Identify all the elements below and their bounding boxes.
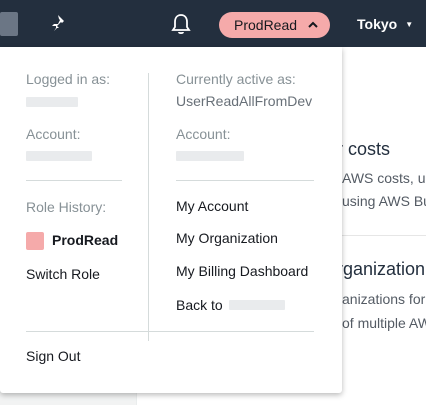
active-role-menu-button[interactable]: ProdRead <box>219 12 330 38</box>
organization-text-line: anizations for <box>342 291 426 307</box>
pin-icon-graphic <box>52 15 64 31</box>
costs-text-line: using AWS Bu <box>342 193 426 209</box>
left-account-label: Account: <box>26 126 81 142</box>
costs-text-line: AWS costs, u <box>342 170 426 186</box>
region-label: Tokyo <box>357 16 398 32</box>
redacted-account-id <box>176 151 244 161</box>
redacted-account-id <box>26 151 92 161</box>
top-navigation-bar: ProdRead Tokyo ▼ <box>0 0 426 47</box>
currently-active-value: UserReadAllFromDev <box>176 93 313 109</box>
bottom-divider <box>26 331 314 332</box>
my-account-link[interactable]: My Account <box>176 198 248 214</box>
column-divider <box>148 73 149 341</box>
chevron-up-icon <box>306 18 320 32</box>
my-billing-dashboard-link[interactable]: My Billing Dashboard <box>176 263 308 279</box>
currently-active-label: Currently active as: <box>176 71 296 87</box>
left-divider <box>26 180 122 181</box>
role-history-item[interactable]: ProdRead <box>52 232 118 248</box>
role-color-swatch <box>26 232 44 250</box>
account-dropdown-menu: Logged in as: Account: Role History: Pro… <box>0 47 342 393</box>
right-account-label: Account: <box>176 126 231 142</box>
organization-text-line: of multiple AW <box>342 315 426 331</box>
bell-icon[interactable] <box>170 12 192 36</box>
aws-logo-icon[interactable] <box>0 12 18 36</box>
active-role-label: ProdRead <box>234 17 298 33</box>
back-to-link[interactable]: Back to <box>176 297 223 313</box>
my-organization-link[interactable]: My Organization <box>176 230 278 246</box>
switch-role-link[interactable]: Switch Role <box>26 266 100 282</box>
region-selector[interactable]: Tokyo ▼ <box>357 12 413 36</box>
bell-icon-graphic <box>171 14 191 35</box>
pin-icon[interactable] <box>50 12 72 34</box>
sign-out-button[interactable]: Sign Out <box>26 348 80 364</box>
redacted-username <box>26 97 78 107</box>
caret-down-icon: ▼ <box>405 19 414 29</box>
role-history-label: Role History: <box>26 199 107 215</box>
redacted-back-to-target <box>229 300 285 310</box>
right-divider <box>176 180 314 181</box>
logged-in-as-label: Logged in as: <box>26 71 111 87</box>
